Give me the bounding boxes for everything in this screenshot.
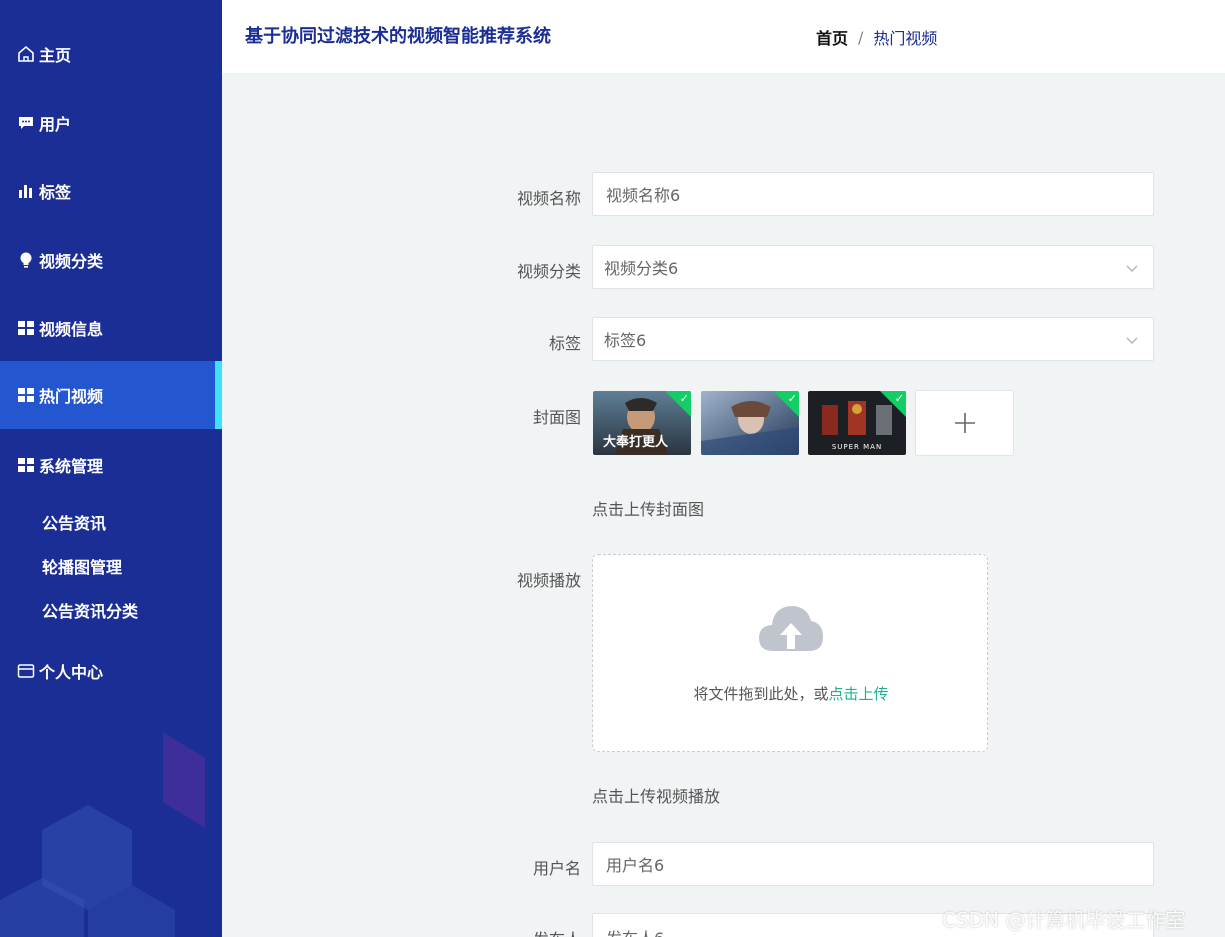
video-name-input[interactable]: 视频名称6 <box>592 172 1154 216</box>
sidebar-item-users[interactable]: 用户 <box>0 89 222 157</box>
sidebar-item-video-info[interactable]: 视频信息 <box>0 294 222 362</box>
sidebar-subitem-carousel[interactable]: 轮播图管理 <box>42 554 122 578</box>
dropzone-text: 将文件拖到此处，或 <box>693 685 829 703</box>
sidebar-item-hot-videos[interactable]: 热门视频 <box>0 361 222 429</box>
add-cover-button[interactable] <box>915 390 1014 456</box>
sidebar-item-video-category[interactable]: 视频分类 <box>0 226 222 294</box>
sidebar-item-profile[interactable]: 个人中心 <box>0 637 222 705</box>
video-name-value: 视频名称6 <box>606 186 681 205</box>
sidebar-item-tags[interactable]: 标签 <box>0 157 222 225</box>
sidebar-item-label: 系统管理 <box>39 457 104 476</box>
publisher-label: 发布人 <box>533 926 581 937</box>
tag-label: 标签 <box>548 334 581 353</box>
breadcrumb: 首页 / 热门视频 <box>816 25 937 49</box>
check-icon: ✓ <box>787 392 797 405</box>
cover-thumbnail[interactable]: 大奉打更人 ✓ <box>593 391 691 455</box>
sidebar-item-label: 视频信息 <box>39 320 104 339</box>
home-icon <box>17 45 35 63</box>
click-upload-link[interactable]: 点击上传 <box>829 685 889 703</box>
decorative-cubes <box>0 732 205 937</box>
app-title: 基于协同过滤技术的视频智能推荐系统 <box>245 26 551 47</box>
check-icon: ✓ <box>679 392 689 405</box>
video-category-value: 视频分类6 <box>604 259 679 278</box>
breadcrumb-current: 热门视频 <box>873 29 938 48</box>
grid-icon <box>17 456 35 474</box>
video-category-label: 视频分类 <box>516 262 581 281</box>
sidebar-item-label: 主页 <box>39 46 72 65</box>
sidebar-subitem-announcements[interactable]: 公告资讯 <box>42 510 106 534</box>
username-label: 用户名 <box>532 859 581 878</box>
username-value: 用户名6 <box>606 856 665 875</box>
chat-icon <box>17 114 35 132</box>
cloud-upload-icon <box>759 606 823 651</box>
sidebar-subitem-announcement-category[interactable]: 公告资讯分类 <box>42 598 138 622</box>
cover-label: 封面图 <box>532 408 581 427</box>
grid-icon <box>17 386 35 404</box>
lightbulb-icon <box>17 251 35 269</box>
sidebar-item-label: 个人中心 <box>39 663 104 682</box>
video-upload-dropzone[interactable]: 将文件拖到此处，或点击上传 <box>592 554 988 752</box>
chevron-down-icon <box>1126 265 1138 272</box>
sidebar-item-home[interactable]: 主页 <box>0 20 222 88</box>
grid-icon <box>17 319 35 337</box>
video-name-label: 视频名称 <box>516 189 581 208</box>
tag-value: 标签6 <box>604 331 647 350</box>
cover-thumbnail[interactable]: ✓ <box>701 391 799 455</box>
username-input[interactable]: 用户名6 <box>592 842 1154 886</box>
cover-thumbnail-caption: SUPER MAN <box>831 443 883 451</box>
breadcrumb-separator: / <box>858 27 864 47</box>
breadcrumb-home[interactable]: 首页 <box>816 25 848 49</box>
sidebar-item-label: 热门视频 <box>39 387 104 406</box>
plus-icon <box>954 413 975 433</box>
sidebar-item-label: 标签 <box>39 183 72 202</box>
publisher-value: 发布人6 <box>606 925 664 937</box>
sidebar-item-system-management[interactable]: 系统管理 <box>0 431 222 499</box>
tag-select[interactable]: 标签6 <box>592 317 1154 361</box>
video-play-label: 视频播放 <box>516 571 581 590</box>
sidebar-item-label: 视频分类 <box>39 252 104 271</box>
cover-thumbnail-caption: 大奉打更人 <box>603 435 669 450</box>
bar-chart-icon <box>17 182 35 200</box>
sidebar: 主页 用户 标签 视频分类 视频信息 热门视频 系统管理 公告资讯 轮播图管理 … <box>0 0 222 937</box>
top-header: 基于协同过滤技术的视频智能推荐系统 首页 / 热门视频 <box>222 0 1225 73</box>
watermark: CSDN @计算机毕设工作室 <box>942 908 1186 932</box>
sidebar-item-label: 用户 <box>39 115 72 134</box>
card-icon <box>17 662 35 680</box>
check-icon: ✓ <box>894 392 904 405</box>
video-category-select[interactable]: 视频分类6 <box>592 245 1154 289</box>
chevron-down-icon <box>1126 337 1138 344</box>
cover-thumbnail[interactable]: SUPER MAN ✓ <box>808 391 906 455</box>
cover-upload-hint: 点击上传封面图 <box>592 500 705 519</box>
video-upload-hint: 点击上传视频播放 <box>592 787 721 806</box>
